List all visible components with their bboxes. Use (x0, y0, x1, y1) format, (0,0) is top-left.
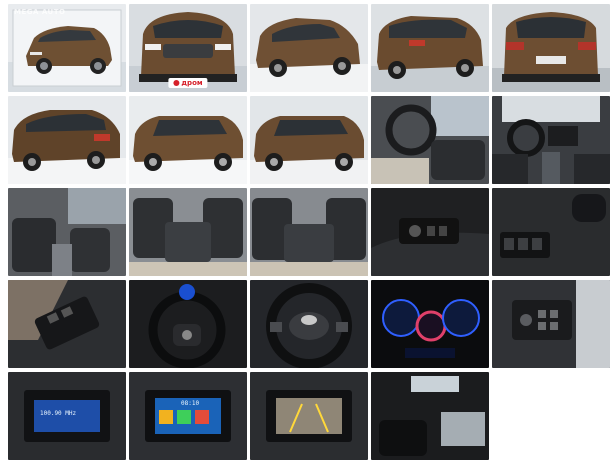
photo-tile-17[interactable] (129, 280, 247, 368)
drom-badge-label: дром (181, 79, 203, 87)
photo-tile-20[interactable] (492, 280, 610, 368)
drom-logo-icon (173, 80, 180, 86)
car-front-left-photo (250, 4, 368, 92)
door-panel-switches-photo (8, 280, 126, 368)
photo-tile-2[interactable]: дром (129, 4, 247, 92)
photo-tile-12[interactable] (129, 188, 247, 276)
dashboard-switches-photo (492, 188, 610, 276)
radio-frequency-readout: 100.90 MHz (40, 410, 77, 417)
interior-rear-seats-photo (129, 188, 247, 276)
interior-front-seats-photo (8, 188, 126, 276)
center-console-buttons-photo (492, 280, 610, 368)
photo-tile-10[interactable] (492, 96, 610, 184)
head-unit-menu-photo (129, 372, 247, 460)
interior-driver-seat-photo (371, 96, 489, 184)
photo-tile-23[interactable] (250, 372, 368, 460)
photo-tile-5[interactable] (492, 4, 610, 92)
car-side-right-photo (129, 96, 247, 184)
drom-badge: дром (168, 78, 208, 88)
car-rear-three-quarter-photo (371, 4, 489, 92)
photo-tile-14[interactable] (371, 188, 489, 276)
photo-tile-1[interactable]: MEGA AUTO (8, 4, 126, 92)
photo-tile-15[interactable] (492, 188, 610, 276)
photo-tile-6[interactable] (8, 96, 126, 184)
photo-tile-8[interactable] (250, 96, 368, 184)
car-side-right-alt-photo (250, 96, 368, 184)
car-rear-photo (492, 4, 610, 92)
interior-rear-view-photo (371, 372, 489, 460)
photo-tile-3[interactable] (250, 4, 368, 92)
photo-tile-18[interactable] (250, 280, 368, 368)
photo-tile-21[interactable]: 100.90 MHz (8, 372, 126, 460)
clock-readout: 08:10 (181, 400, 200, 407)
photo-tile-4[interactable] (371, 4, 489, 92)
photo-tile-11[interactable] (8, 188, 126, 276)
photo-tile-24[interactable] (371, 372, 489, 460)
steering-wheel-logo-photo (250, 280, 368, 368)
photo-tile-19[interactable] (371, 280, 489, 368)
door-window-switches-photo (371, 188, 489, 276)
photo-tile-16[interactable] (8, 280, 126, 368)
interior-rear-seats-alt-photo (250, 188, 368, 276)
car-front-three-quarter-photo (8, 4, 126, 92)
dealer-watermark: MEGA AUTO (14, 8, 66, 16)
steering-wheel-gauges-photo (129, 280, 247, 368)
interior-dashboard-photo (492, 96, 610, 184)
photo-tile-9[interactable] (371, 96, 489, 184)
photo-gallery-grid: MEGA AUTO дром 100.90 MHz 08:10 (8, 4, 610, 460)
head-unit-rear-camera-photo (250, 372, 368, 460)
instrument-cluster-photo (371, 280, 489, 368)
car-rear-left-photo (8, 96, 126, 184)
photo-tile-22[interactable]: 08:10 (129, 372, 247, 460)
photo-tile-7[interactable] (129, 96, 247, 184)
photo-tile-13[interactable] (250, 188, 368, 276)
